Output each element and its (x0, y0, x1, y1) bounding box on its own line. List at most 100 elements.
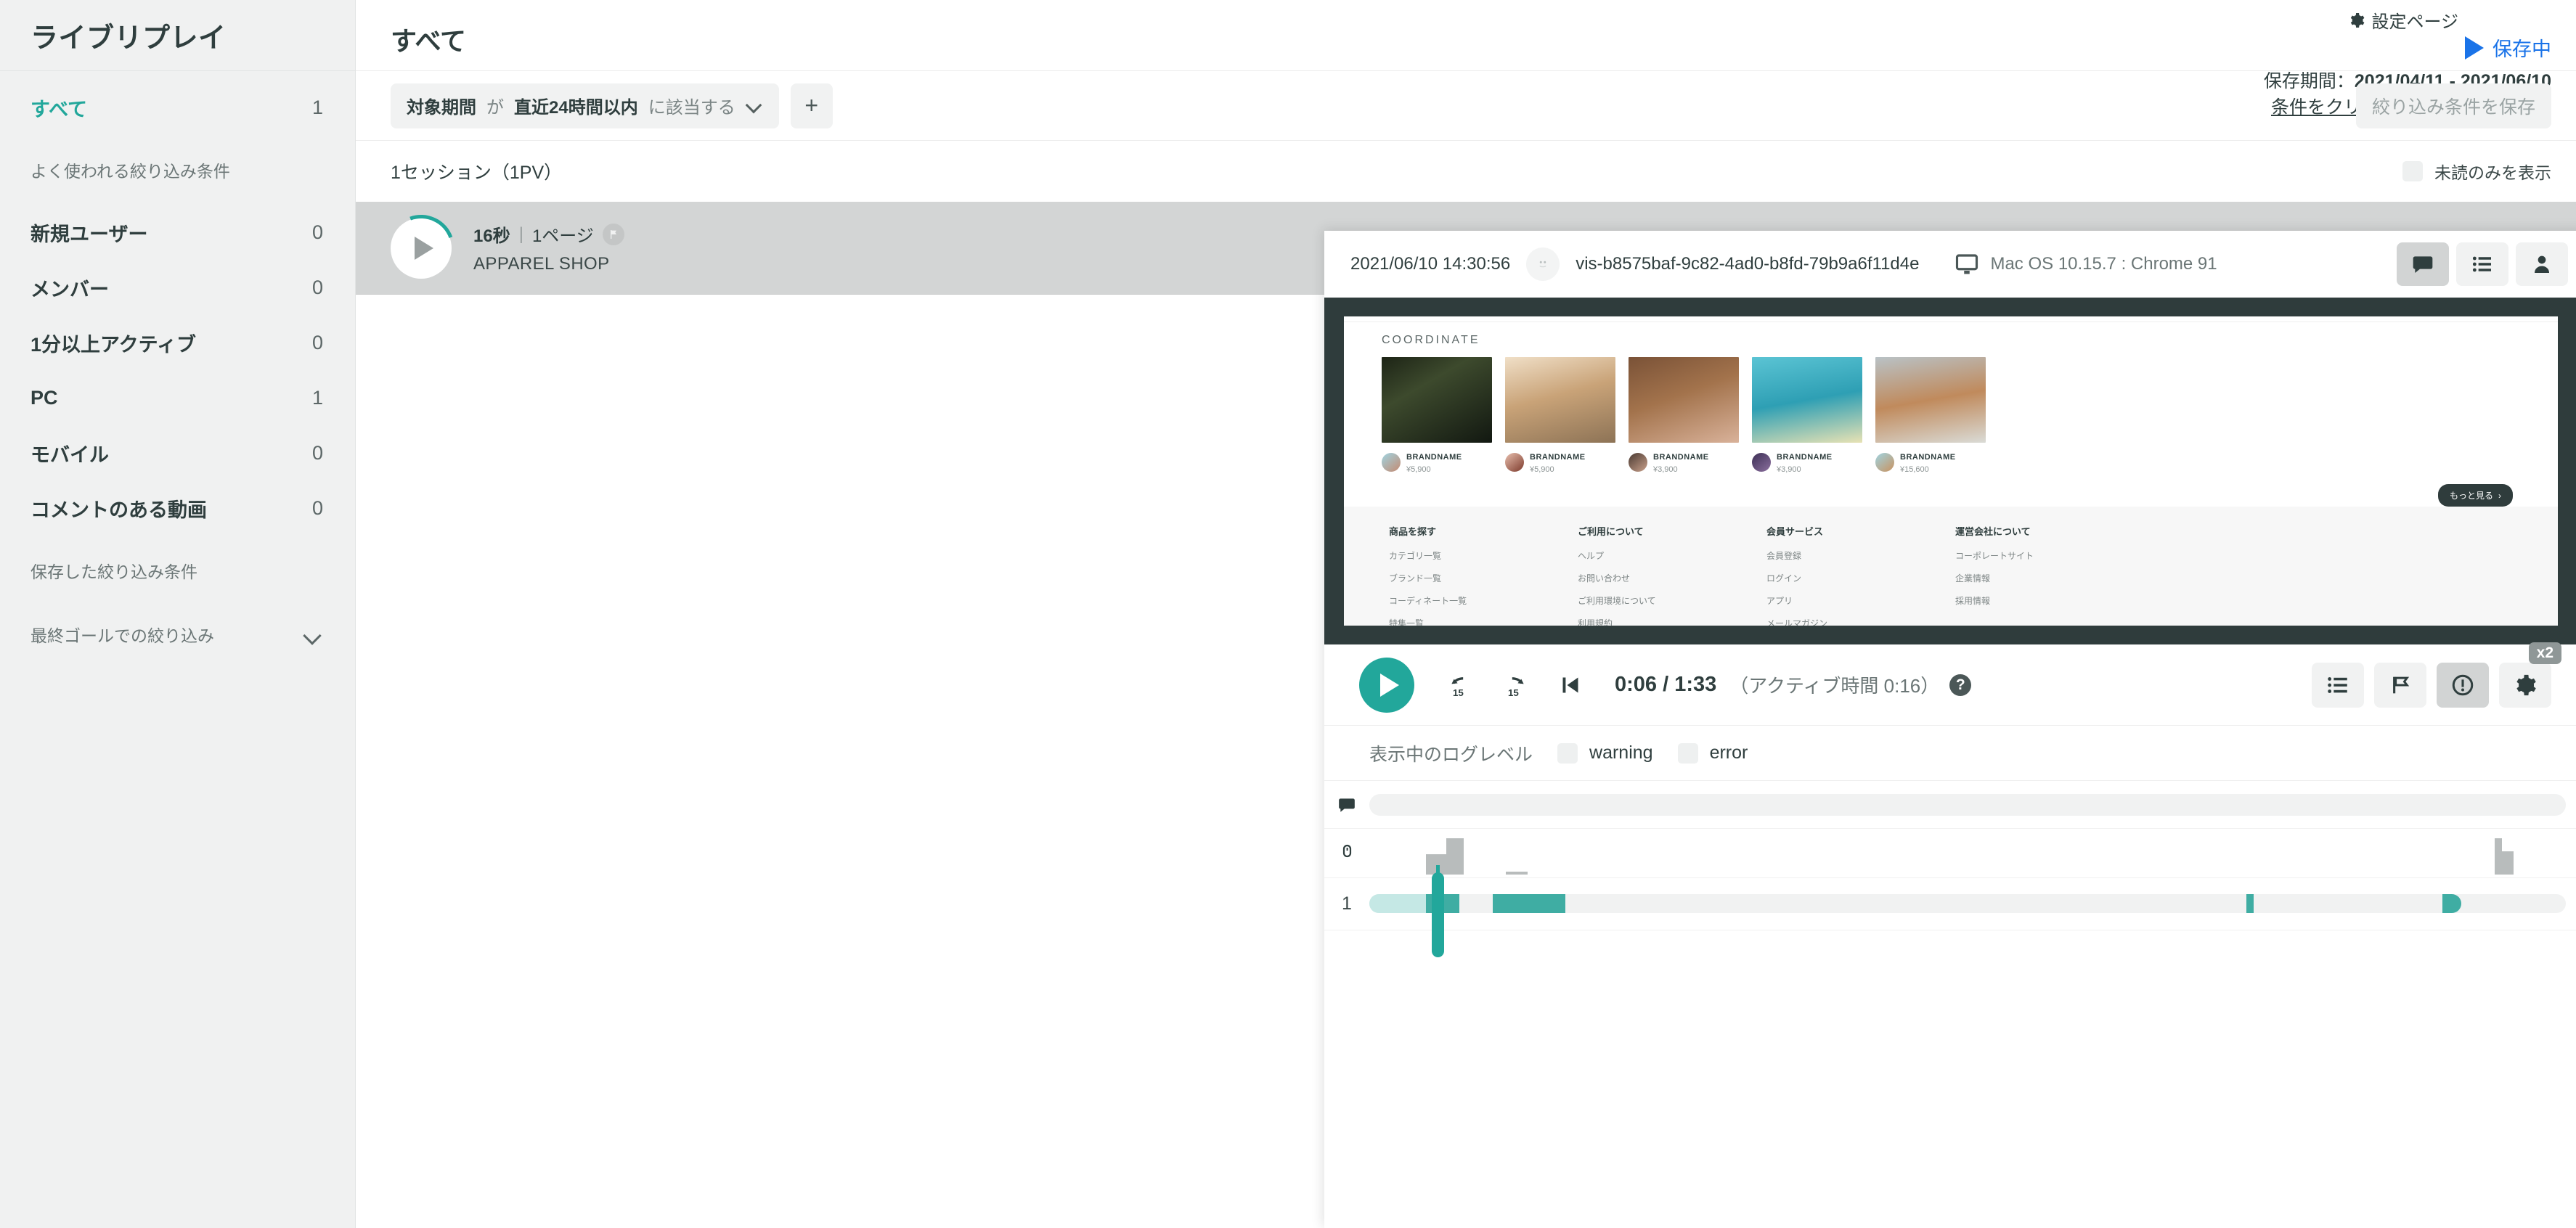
log-level-error-label: error (1709, 742, 1748, 763)
event-list-tab[interactable] (2456, 242, 2508, 286)
checkbox-icon[interactable] (1677, 742, 1698, 764)
sidebar-saved-heading: 保存した絞り込み条件 (30, 562, 197, 581)
session-site-name: APPAREL SHOP (473, 254, 610, 274)
playback-speed-badge[interactable]: x2 (2528, 642, 2561, 664)
footer-link[interactable]: アプリ (1766, 594, 1955, 607)
comment-track-body[interactable] (1369, 781, 2566, 828)
product-meta: BRANDNAME ¥5,900 (1382, 450, 1492, 474)
log-level-warning-toggle[interactable]: warning (1557, 742, 1653, 764)
product-brand: BRANDNAME (1900, 453, 1956, 462)
comment-tab[interactable] (2397, 242, 2449, 286)
page-track-body[interactable] (1369, 865, 2566, 957)
footer-link[interactable]: メールマガジン (1766, 617, 1955, 626)
saving-status-label: 保存中 (2493, 38, 2551, 60)
sidebar-item-count: 0 (311, 221, 323, 243)
footer-link[interactable]: ヘルプ (1578, 549, 1766, 562)
footer-link[interactable]: ご利用環境について (1578, 594, 1766, 607)
footer-link[interactable]: お問い合わせ (1578, 572, 1766, 584)
device-info: Mac OS 10.15.7 : Chrome 91 (1954, 251, 2217, 277)
svg-text:15: 15 (1508, 687, 1519, 698)
sidebar-item-all[interactable]: すべて 1 (0, 80, 355, 135)
unread-only-toggle[interactable]: 未読のみを表示 (2402, 159, 2551, 184)
session-count-bar: 1セッション（1PV） 未読のみを表示 (356, 141, 2576, 202)
play-icon (415, 236, 433, 260)
rewind-15-button[interactable]: 15 (1439, 664, 1481, 706)
product-price: ¥15,600 (1900, 465, 1929, 474)
player-right-tools: x2 (2312, 642, 2561, 708)
scroll-track-body[interactable] (1369, 829, 2566, 877)
replay-modal: 2021/06/10 14:30:56 vis-b8575baf-9c82-4a… (1324, 231, 2576, 1228)
speech-bubble-icon (2413, 256, 2433, 273)
forward-15-button[interactable]: 15 (1494, 664, 1536, 706)
footer-link[interactable]: 採用情報 (1955, 594, 2144, 607)
sidebar-item-new-users[interactable]: 新規ユーザー 0 (0, 205, 355, 260)
page-title: すべて (391, 26, 467, 56)
product-card[interactable]: BRANDNAME ¥3,900 (1629, 357, 1739, 474)
sidebar-item-members[interactable]: メンバー 0 (0, 260, 355, 315)
saving-status[interactable]: 保存中 (2465, 33, 2551, 62)
sidebar-item-active-over-1min[interactable]: 1分以上アクティブ 0 (0, 315, 355, 370)
product-brand: BRANDNAME (1653, 453, 1709, 462)
footer-link[interactable]: 特集一覧 (1389, 617, 1578, 626)
footer-link[interactable]: コーポレートサイト (1955, 549, 2144, 562)
avatar (1875, 452, 1894, 472)
visitor-tab[interactable] (2516, 242, 2568, 286)
see-more-button[interactable]: もっと見る › (2437, 484, 2513, 507)
avatar (1629, 452, 1647, 472)
product-price: ¥3,900 (1653, 465, 1678, 474)
checkbox-icon[interactable] (2402, 161, 2423, 181)
footer-link[interactable]: 利用規約 (1578, 617, 1766, 626)
log-list-button[interactable] (2312, 662, 2364, 708)
session-play-button[interactable] (391, 217, 452, 279)
active-time: （アクティブ時間 0:16） (1729, 675, 1940, 697)
settings-page-label: 設定ページ (2371, 12, 2458, 32)
product-brand: BRANDNAME (1777, 453, 1833, 462)
flag-icon[interactable] (602, 223, 624, 245)
checkbox-icon[interactable] (1557, 742, 1578, 764)
coordinate-section-title: COORDINATE (1382, 334, 1480, 346)
footer-column: 商品を探す カテゴリ一覧 ブランド一覧 コーディネート一覧 特集一覧 新着アイテ… (1389, 524, 1578, 626)
page-footer: 商品を探す カテゴリ一覧 ブランド一覧 コーディネート一覧 特集一覧 新着アイテ… (1344, 507, 2558, 626)
play-pause-button[interactable] (1359, 657, 1414, 713)
svg-text:15: 15 (1453, 687, 1464, 698)
footer-heading: ご利用について (1578, 526, 1644, 537)
forward-15-icon: 15 (1508, 676, 1524, 698)
avatar (1382, 452, 1401, 472)
timeline-track-comments (1324, 781, 2576, 829)
footer-link[interactable]: コーディネート一覧 (1389, 594, 1578, 607)
footer-link[interactable]: ブランド一覧 (1389, 572, 1578, 584)
save-filter-button[interactable]: 絞り込み条件を保存 (2355, 83, 2551, 128)
footer-link[interactable]: 企業情報 (1955, 572, 2144, 584)
product-meta: BRANDNAME ¥5,900 (1505, 450, 1615, 474)
error-info-button[interactable] (2437, 662, 2489, 708)
sidebar-item-label: コメントのある動画 (30, 499, 207, 521)
sidebar-item-pc[interactable]: PC 1 (0, 370, 355, 425)
product-brand: BRANDNAME (1406, 453, 1462, 462)
speech-bubble-icon (1324, 795, 1369, 814)
monitor-icon (1956, 254, 1978, 274)
timeline-playhead[interactable] (1432, 865, 1444, 957)
sidebar-common-heading: よく使われる絞り込み条件 (30, 162, 230, 181)
flag-button[interactable] (2374, 662, 2426, 708)
footer-link[interactable]: カテゴリ一覧 (1389, 549, 1578, 562)
product-card[interactable]: BRANDNAME ¥15,600 (1875, 357, 1986, 474)
settings-button[interactable] (2499, 662, 2551, 708)
sidebar-item-mobile[interactable]: モバイル 0 (0, 425, 355, 480)
product-card[interactable]: BRANDNAME ¥5,900 (1382, 357, 1492, 474)
skip-previous-button[interactable] (1549, 664, 1591, 706)
playhead-handle[interactable] (1432, 872, 1444, 957)
settings-page-link[interactable]: 設定ページ (2348, 7, 2458, 33)
sidebar-item-count: 0 (311, 276, 323, 298)
sidebar-goal-filter-toggle[interactable]: 最終ゴールでの絞り込み (0, 605, 355, 663)
footer-link[interactable]: 会員登録 (1766, 549, 1955, 562)
sidebar-item-commented-videos[interactable]: コメントのある動画 0 (0, 480, 355, 536)
footer-link[interactable]: ログイン (1766, 572, 1955, 584)
product-card[interactable]: BRANDNAME ¥3,900 (1752, 357, 1862, 474)
log-level-error-toggle[interactable]: error (1677, 742, 1748, 764)
filter-chip-period[interactable]: 対象期間 が 直近24時間以内 に該当する (391, 83, 779, 128)
add-filter-button[interactable]: + (790, 83, 833, 128)
sidebar-item-label: 新規ユーザー (30, 223, 148, 245)
top-bar: すべて 設定ページ 保存中 保存期間：2021/04/11 - 2021/06/… (356, 0, 2576, 91)
question-icon[interactable]: ? (1949, 674, 1972, 696)
product-card[interactable]: BRANDNAME ¥5,900 (1505, 357, 1615, 474)
